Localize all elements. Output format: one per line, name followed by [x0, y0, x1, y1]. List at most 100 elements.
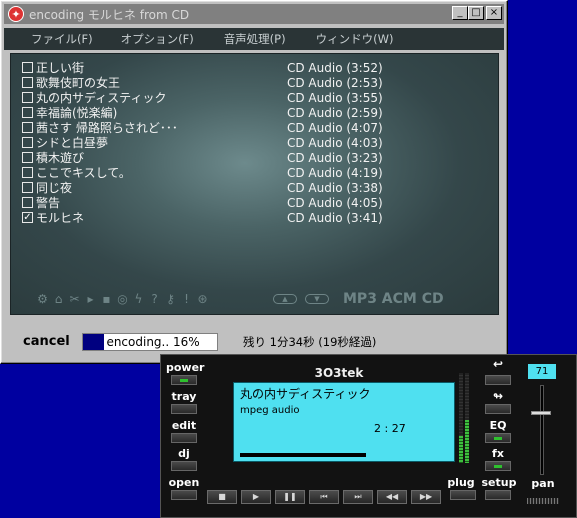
- open-folder-icon[interactable]: ⌂: [52, 292, 65, 306]
- track-checkbox[interactable]: [22, 137, 33, 148]
- level-meter-left: [459, 373, 463, 463]
- player-window: power tray edit dj open 3O3tek 丸の内サディスティ…: [160, 354, 577, 518]
- track-checkbox[interactable]: [22, 92, 33, 103]
- pan-label: pan: [531, 477, 555, 490]
- lightning-icon[interactable]: ϟ: [132, 292, 145, 306]
- track-checkbox[interactable]: [22, 182, 33, 193]
- track-row[interactable]: 歌舞伎町の女王 CD Audio (2:53): [22, 75, 492, 90]
- track-info: CD Audio (4:19): [287, 165, 383, 180]
- repeat-label: ↬: [492, 389, 504, 403]
- seek-bar[interactable]: [240, 453, 366, 457]
- thermometer-icon[interactable]: !: [180, 292, 193, 306]
- level-meter-right: [465, 373, 469, 463]
- plug-button[interactable]: [450, 490, 476, 500]
- track-row[interactable]: 警告 CD Audio (4:05): [22, 195, 492, 210]
- stop-icon[interactable]: ▪: [100, 292, 113, 306]
- track-info: CD Audio (2:59): [287, 105, 383, 120]
- maximize-button[interactable]: □: [468, 6, 484, 20]
- track-info: CD Audio (3:41): [287, 210, 383, 225]
- track-checkbox[interactable]: ✓: [22, 212, 33, 223]
- close-button[interactable]: ×: [486, 6, 502, 20]
- fast-forward-button[interactable]: ▶▶: [411, 490, 441, 504]
- power-led: [180, 379, 188, 382]
- menu-audio-processing[interactable]: 音声処理(P): [224, 31, 286, 47]
- cd-icon[interactable]: ◎: [116, 292, 129, 306]
- minimize-button[interactable]: _: [452, 6, 468, 20]
- pan-slider[interactable]: [527, 498, 559, 504]
- key-icon[interactable]: ⚷: [164, 292, 177, 306]
- track-row[interactable]: 幸福論(悦楽編) CD Audio (2:59): [22, 105, 492, 120]
- track-row[interactable]: ✓ モルヒネ CD Audio (3:41): [22, 210, 492, 225]
- logo-icon[interactable]: ⊛: [196, 292, 209, 306]
- menu-window[interactable]: ウィンドウ(W): [316, 31, 394, 47]
- format-brand: MP3 ACM CD: [343, 291, 444, 307]
- dj-label: dj: [178, 447, 190, 460]
- title-bar[interactable]: ✦ encoding モルヒネ from CD _ □ ×: [4, 4, 504, 24]
- track-checkbox[interactable]: [22, 107, 33, 118]
- scissors-icon[interactable]: ✂: [68, 292, 81, 306]
- help-icon[interactable]: ?: [148, 292, 161, 306]
- track-info: CD Audio (3:23): [287, 150, 383, 165]
- menu-file[interactable]: ファイル(F): [31, 31, 93, 47]
- next-track-button[interactable]: ⏭: [343, 490, 373, 504]
- window-title: encoding モルヒネ from CD: [29, 7, 190, 22]
- play-button[interactable]: ▶: [241, 490, 271, 504]
- scroll-up-button[interactable]: ▲: [273, 294, 297, 304]
- open-button[interactable]: [171, 490, 197, 500]
- eq-label: EQ: [489, 419, 507, 432]
- window-controls: _ □ ×: [452, 6, 502, 20]
- rewind-button[interactable]: ◀◀: [377, 490, 407, 504]
- track-checkbox[interactable]: [22, 152, 33, 163]
- remaining-time: 残り 1分34秒 (19秒経過): [243, 335, 377, 349]
- setup-label: setup: [481, 476, 517, 489]
- volume-slider[interactable]: [540, 385, 544, 475]
- status-bar: cancel encoding.. 16% 残り 1分34秒 (19秒経過): [10, 326, 499, 356]
- track-row[interactable]: 茜さす 帰路照らされど･･･ CD Audio (4:07): [22, 120, 492, 135]
- encoding-progress: encoding.. 16%: [82, 333, 218, 351]
- edit-button[interactable]: [171, 433, 197, 443]
- track-info: CD Audio (4:03): [287, 135, 383, 150]
- tray-button[interactable]: [171, 404, 197, 414]
- progress-fill: [83, 334, 105, 350]
- track-checkbox[interactable]: [22, 167, 33, 178]
- tray-label: tray: [171, 390, 197, 403]
- scroll-down-button[interactable]: ▼: [305, 294, 329, 304]
- app-icon[interactable]: ✦: [8, 6, 24, 22]
- track-info: CD Audio (4:07): [287, 120, 383, 135]
- track-checkbox[interactable]: [22, 62, 33, 73]
- track-row[interactable]: シドと白昼夢 CD Audio (4:03): [22, 135, 492, 150]
- volume-slider-knob[interactable]: [531, 411, 551, 416]
- track-checkbox[interactable]: [22, 77, 33, 88]
- back-button[interactable]: [485, 375, 511, 385]
- tool-icons: ⚙ ⌂ ✂ ▸ ▪ ◎ ϟ ? ⚷ ! ⊛: [36, 292, 209, 306]
- plug-label: plug: [447, 476, 475, 489]
- eq-led: [494, 437, 502, 440]
- track-name: モルヒネ: [36, 211, 85, 225]
- stop-button[interactable]: ■: [207, 490, 237, 504]
- setup-button[interactable]: [485, 490, 511, 500]
- previous-track-button[interactable]: ⏮: [309, 490, 339, 504]
- track-info: CD Audio (2:53): [287, 75, 383, 90]
- menu-options[interactable]: オプション(F): [121, 31, 194, 47]
- dj-button[interactable]: [171, 461, 197, 471]
- display-screen: 丸の内サディスティック mpeg audio 2 : 27: [233, 382, 455, 462]
- track-info: CD Audio (3:38): [287, 180, 383, 195]
- track-row[interactable]: ここでキスして。 CD Audio (4:19): [22, 165, 492, 180]
- progress-text: encoding.. 16%: [106, 335, 200, 349]
- back-label: ↩: [492, 357, 504, 371]
- cancel-button[interactable]: cancel: [23, 334, 70, 349]
- track-row[interactable]: 丸の内サディスティック CD Audio (3:55): [22, 90, 492, 105]
- track-row[interactable]: 同じ夜 CD Audio (3:38): [22, 180, 492, 195]
- menu-bar: ファイル(F) オプション(F) 音声処理(P) ウィンドウ(W): [4, 28, 504, 50]
- power-label: power: [166, 361, 205, 374]
- track-row[interactable]: 積木遊び CD Audio (3:23): [22, 150, 492, 165]
- panel-toolbar: ⚙ ⌂ ✂ ▸ ▪ ◎ ϟ ? ⚷ ! ⊛ ▲ ▼ MP3 ACM CD: [11, 290, 498, 308]
- player-logo: 3O3tek: [314, 366, 364, 380]
- settings-icon[interactable]: ⚙: [36, 292, 49, 306]
- repeat-button[interactable]: [485, 404, 511, 414]
- track-row[interactable]: 正しい街 CD Audio (3:52): [22, 60, 492, 75]
- track-checkbox[interactable]: [22, 197, 33, 208]
- track-checkbox[interactable]: [22, 122, 33, 133]
- pause-button[interactable]: ❚❚: [275, 490, 305, 504]
- play-icon[interactable]: ▸: [84, 292, 97, 306]
